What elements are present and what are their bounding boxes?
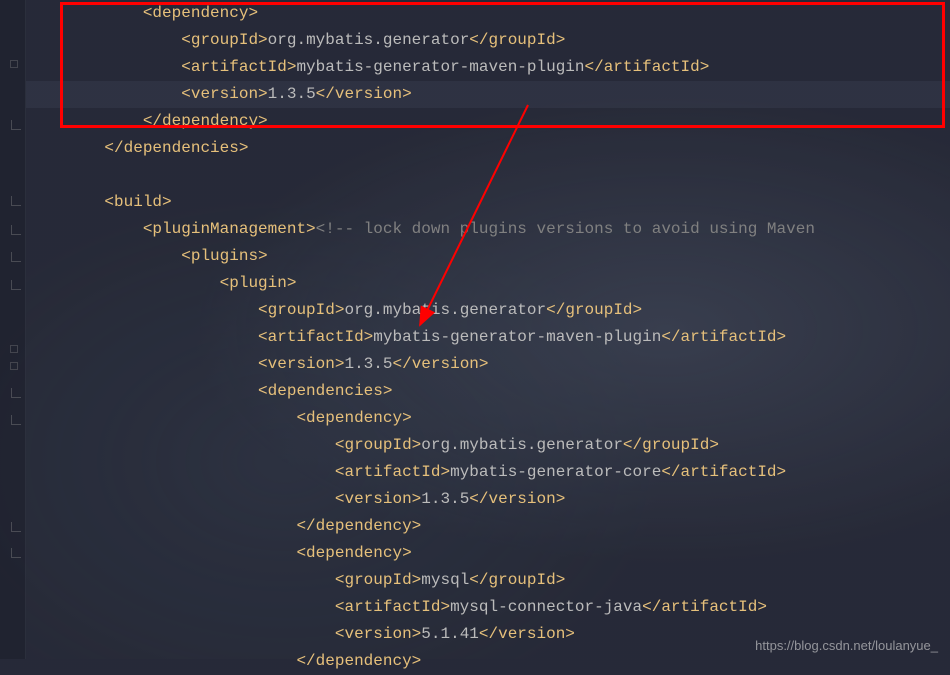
code-line[interactable]: <artifactId>mybatis-generator-maven-plug… — [18, 324, 950, 351]
code-line[interactable]: </dependencies> — [18, 135, 950, 162]
code-line[interactable]: <dependency> — [18, 405, 950, 432]
fold-square-icon[interactable] — [10, 60, 18, 68]
code-line[interactable] — [18, 162, 950, 189]
code-line[interactable]: </dependency> — [18, 108, 950, 135]
code-line[interactable]: <plugins> — [18, 243, 950, 270]
code-line[interactable]: <version>1.3.5</version> — [18, 81, 950, 108]
code-line[interactable]: <groupId>org.mybatis.generator</groupId> — [18, 432, 950, 459]
code-line[interactable]: <groupId>mysql</groupId> — [18, 567, 950, 594]
code-editor[interactable]: <dependency> <groupId>org.mybatis.genera… — [18, 0, 950, 675]
code-line[interactable]: <groupId>org.mybatis.generator</groupId> — [18, 297, 950, 324]
code-line[interactable]: <build> — [18, 189, 950, 216]
code-line[interactable]: <dependencies> — [18, 378, 950, 405]
code-line[interactable]: </dependency> — [18, 513, 950, 540]
code-line[interactable]: <plugin> — [18, 270, 950, 297]
fold-square-icon[interactable] — [10, 362, 18, 370]
code-line[interactable]: <artifactId>mysql-connector-java</artifa… — [18, 594, 950, 621]
code-line[interactable]: <pluginManagement><!-- lock down plugins… — [18, 216, 950, 243]
code-line[interactable]: <dependency> — [18, 540, 950, 567]
code-line[interactable]: <version>1.3.5</version> — [18, 351, 950, 378]
code-line[interactable]: <artifactId>mybatis-generator-core</arti… — [18, 459, 950, 486]
code-line[interactable]: <dependency> — [18, 0, 950, 27]
code-line[interactable]: <groupId>org.mybatis.generator</groupId> — [18, 27, 950, 54]
code-line[interactable]: <artifactId>mybatis-generator-maven-plug… — [18, 54, 950, 81]
fold-square-icon[interactable] — [10, 345, 18, 353]
watermark: https://blog.csdn.net/loulanyue_ — [755, 638, 938, 653]
code-line[interactable]: <version>1.3.5</version> — [18, 486, 950, 513]
